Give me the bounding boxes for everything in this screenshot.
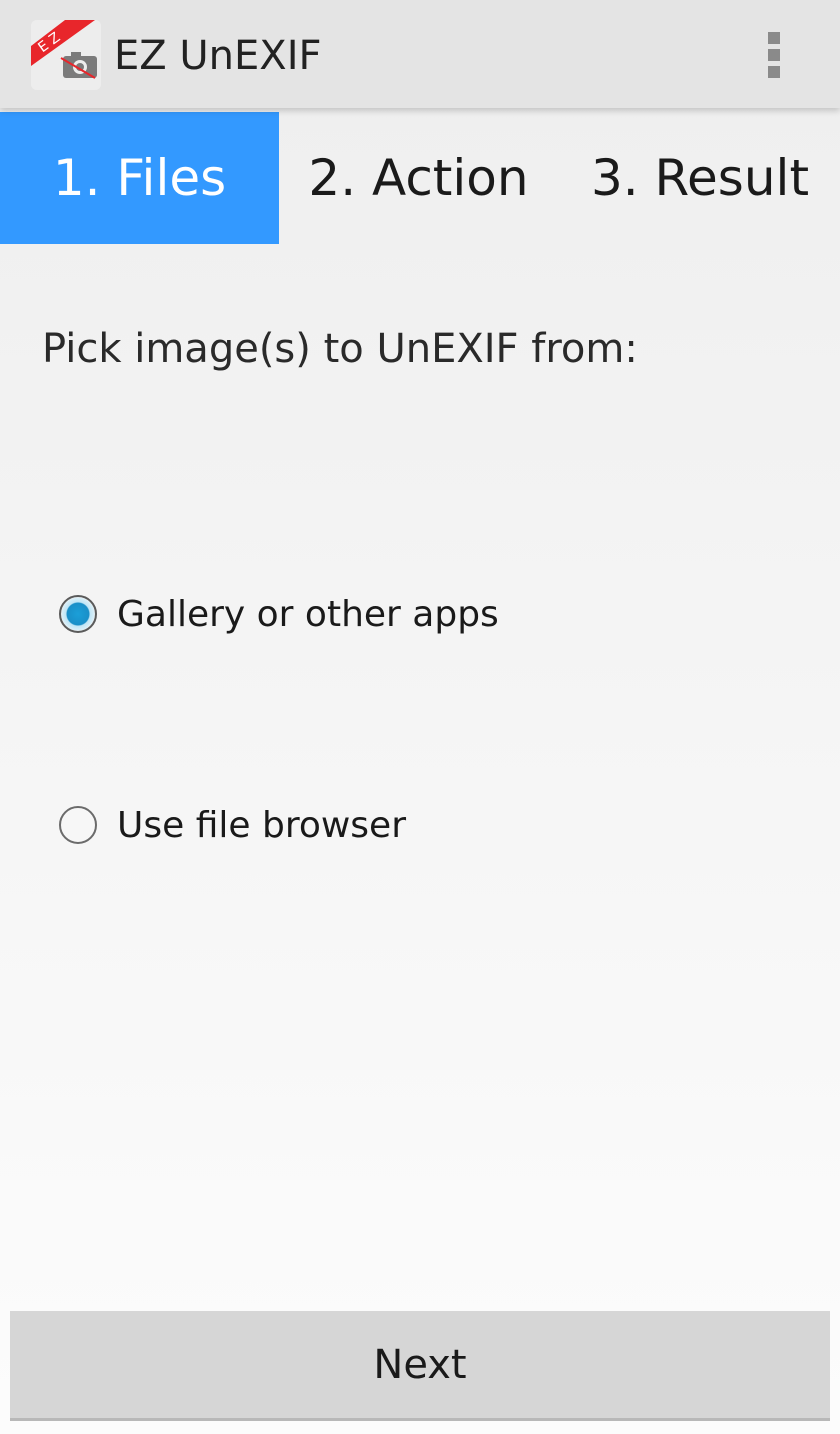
radio-file-browser[interactable] <box>59 806 97 844</box>
ez-unexif-app-icon: E Z <box>31 20 101 90</box>
option-file-browser-label[interactable]: Use file browser <box>117 805 406 846</box>
step-tabs: 1. Files 2. Action 3. Result <box>0 112 840 244</box>
option-file-browser[interactable]: Use file browser <box>56 800 406 850</box>
action-bar: E Z EZ UnEXIF <box>0 0 840 108</box>
option-gallery[interactable]: Gallery or other apps <box>56 589 499 639</box>
tab-files[interactable]: 1. Files <box>0 112 279 244</box>
next-button[interactable]: Next <box>10 1311 830 1421</box>
source-prompt: Pick image(s) to UnEXIF from: <box>42 326 638 372</box>
tab-action[interactable]: 2. Action <box>279 112 558 244</box>
radio-gallery[interactable] <box>59 595 97 633</box>
overflow-menu-icon[interactable] <box>752 24 796 86</box>
tab-result[interactable]: 3. Result <box>560 112 840 244</box>
app-title: EZ UnEXIF <box>114 33 322 79</box>
option-gallery-label[interactable]: Gallery or other apps <box>117 594 499 635</box>
